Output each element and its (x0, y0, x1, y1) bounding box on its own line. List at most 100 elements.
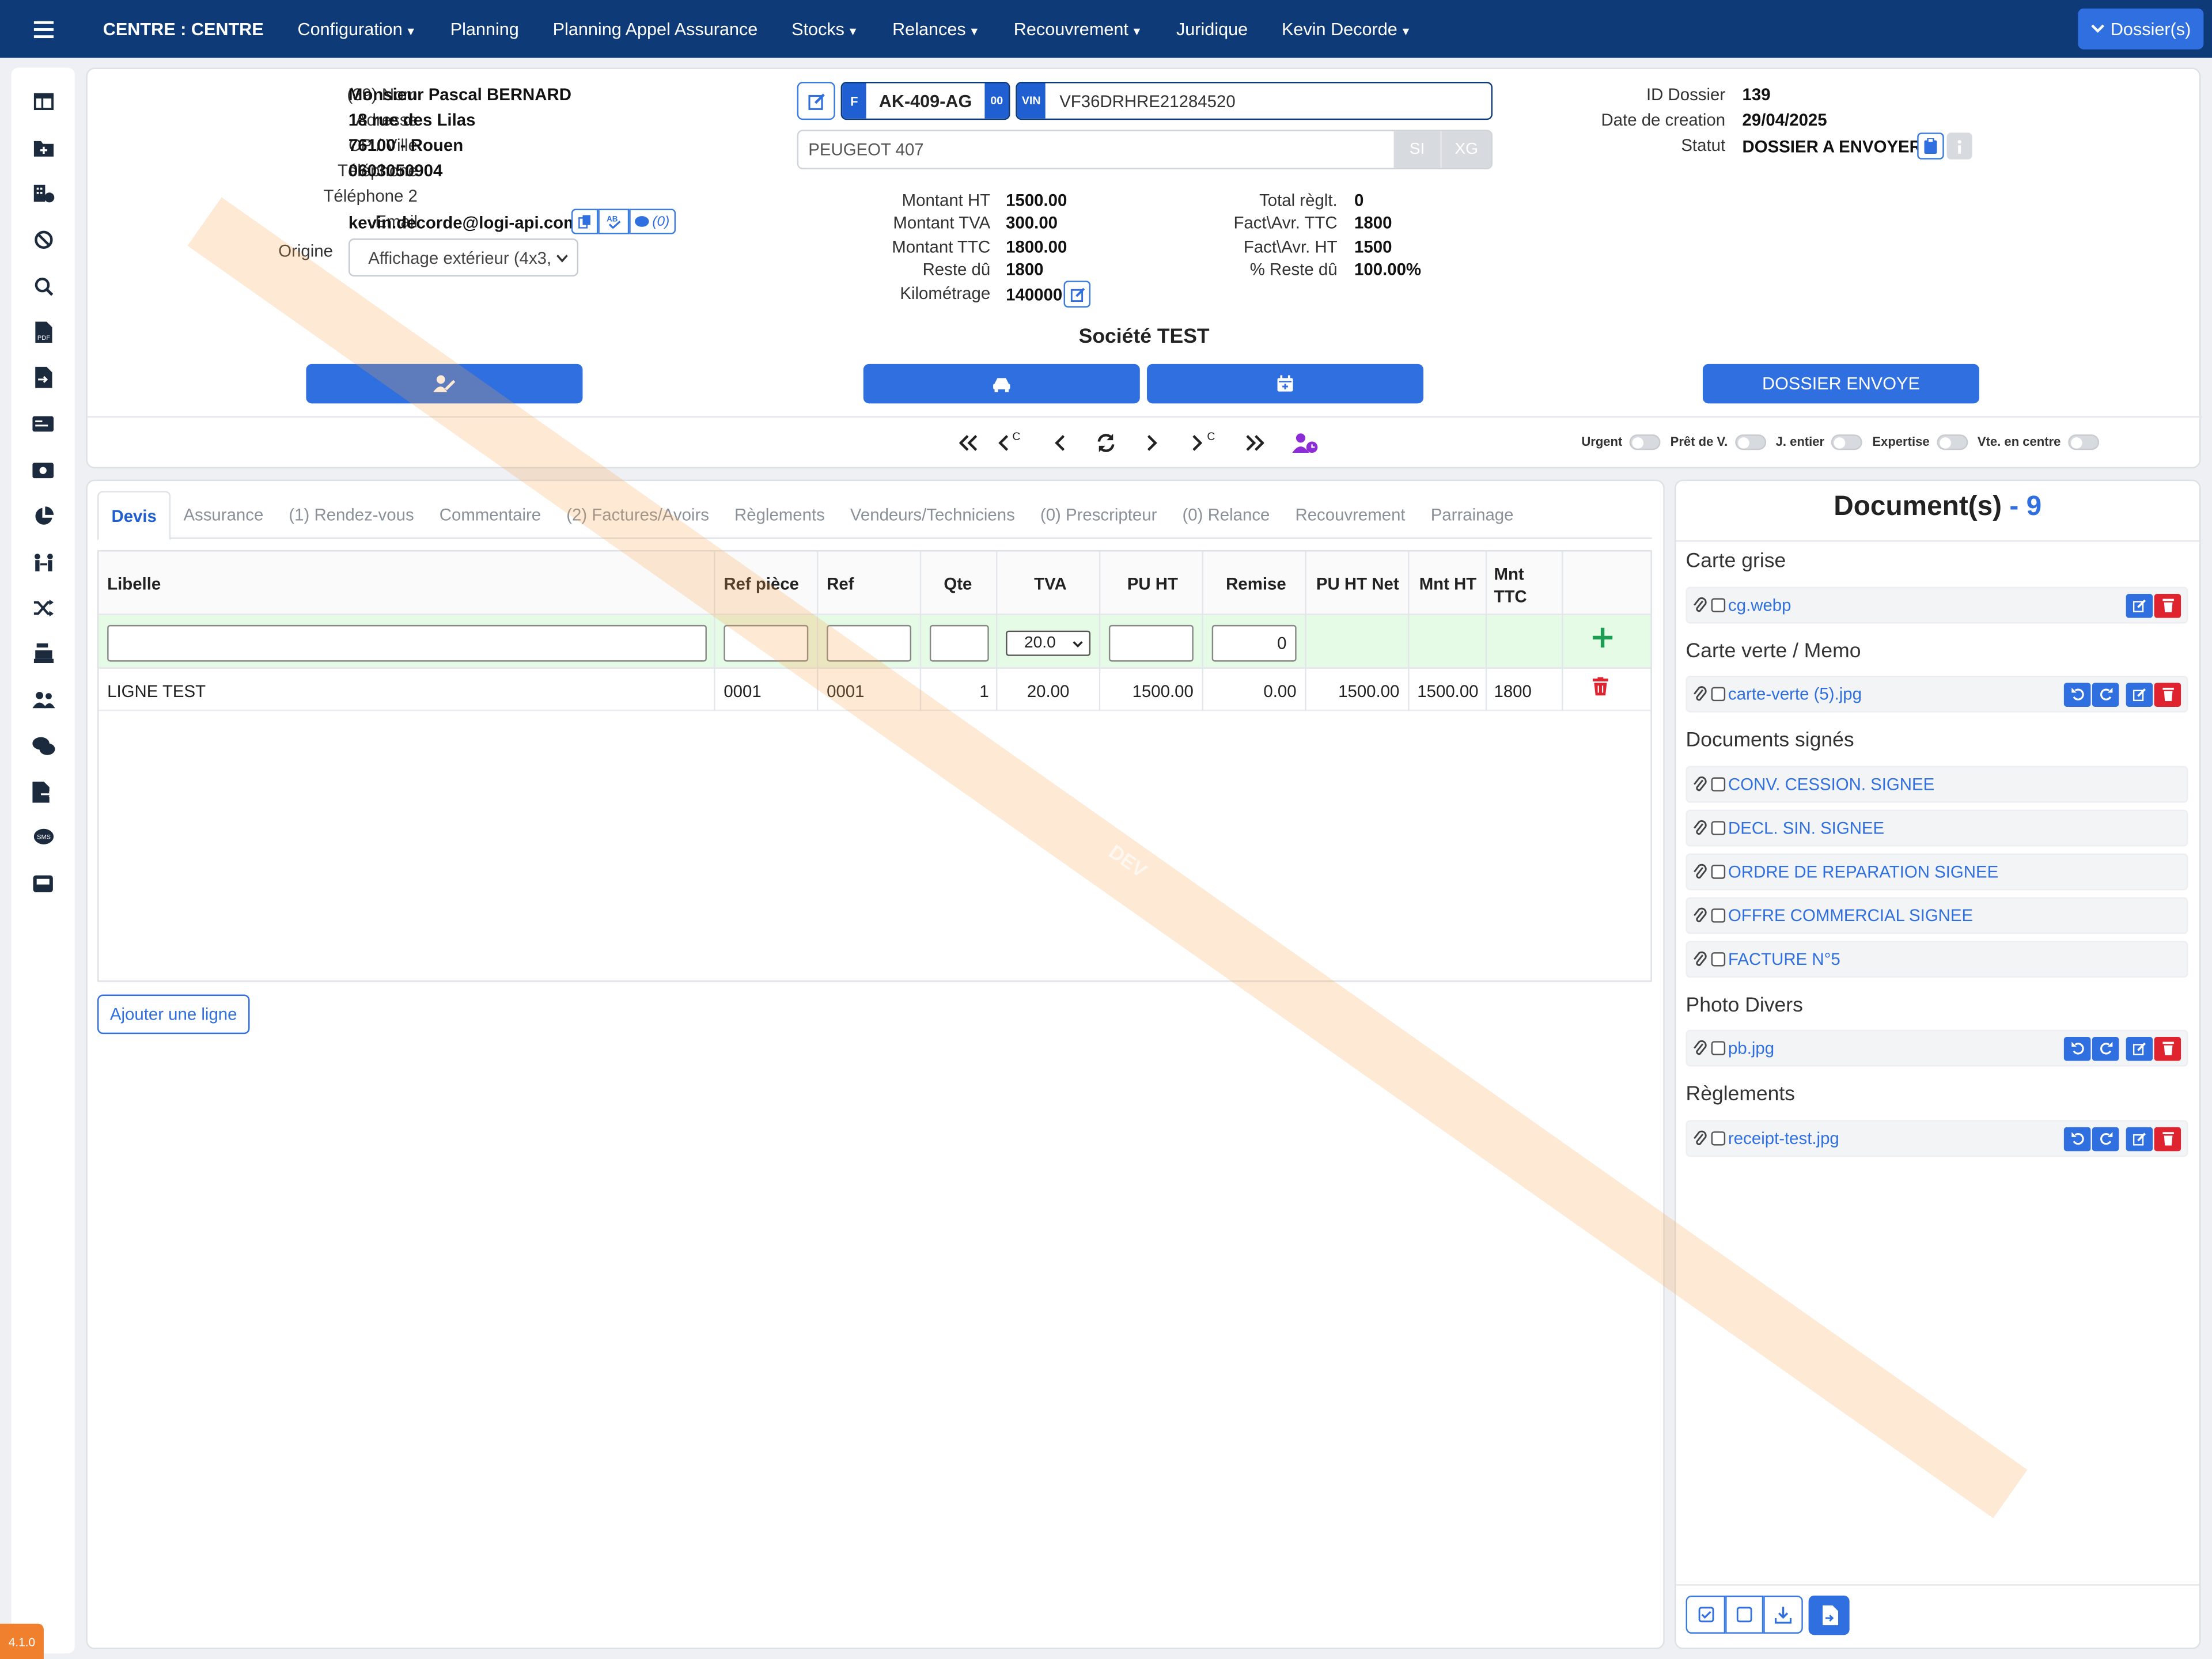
search-icon[interactable] (12, 263, 75, 309)
xg-button[interactable]: XG (1440, 131, 1491, 168)
dossiers-button[interactable]: Dossier(s) (2078, 8, 2204, 50)
rotate-left-icon[interactable] (2063, 1036, 2091, 1060)
menu-planning[interactable]: Planning (433, 19, 536, 39)
file-checkbox[interactable] (1711, 1131, 1726, 1146)
pret-vehicule-toggle[interactable]: Prêt de V. (1671, 434, 1766, 450)
download-icon[interactable] (1763, 1595, 1803, 1634)
money-bill-icon[interactable] (12, 447, 75, 493)
delete-icon[interactable] (2154, 1126, 2181, 1151)
refresh-icon[interactable] (1085, 433, 1127, 453)
edit-icon[interactable] (2126, 1126, 2153, 1151)
file-checkbox[interactable] (1711, 1041, 1726, 1055)
file-link[interactable]: CONV. CESSION. SIGNEE (1728, 775, 1934, 794)
urgent-toggle[interactable]: Urgent (1581, 434, 1661, 450)
tab-recouvrement[interactable]: Recouvrement (1282, 491, 1418, 539)
center-brand[interactable]: CENTRE : CENTRE (88, 19, 281, 39)
menu-juridique[interactable]: Juridique (1160, 19, 1265, 39)
rotate-right-icon[interactable] (2092, 1126, 2119, 1151)
prev-record-icon[interactable] (1034, 434, 1085, 451)
file-link[interactable]: FACTURE N°5 (1728, 949, 1840, 969)
new-folder-icon[interactable] (12, 125, 75, 171)
tab-reglements[interactable]: Règlements (722, 491, 838, 539)
vehicle-model-field[interactable]: PEUGEOT 407 SI XG (797, 130, 1493, 169)
copy-icon[interactable] (571, 209, 599, 234)
comments-dollar-icon[interactable] (12, 723, 75, 769)
rotate-right-icon[interactable] (2092, 682, 2119, 706)
file-link[interactable]: ORDRE DE REPARATION SIGNEE (1728, 862, 1998, 881)
file-link[interactable]: cg.webp (1728, 595, 1791, 615)
users-icon[interactable] (12, 677, 75, 723)
origine-select[interactable]: Affichage extérieur (4x3, (348, 238, 579, 277)
qte-input[interactable] (929, 624, 989, 662)
spell-check-icon[interactable]: AB (598, 209, 630, 234)
menu-configuration[interactable]: Configuration ▼ (281, 19, 433, 39)
file-import-icon[interactable] (12, 355, 75, 401)
file-link[interactable]: DECL. SIN. SIGNEE (1728, 818, 1884, 838)
user-clock-icon[interactable] (1279, 433, 1330, 453)
tab-devis[interactable]: Devis (97, 491, 171, 540)
upload-file-icon[interactable] (1808, 1595, 1850, 1635)
client-email[interactable]: kevin.decorde@logi-api.com (349, 213, 578, 233)
expertise-toggle[interactable]: Expertise (1872, 434, 1968, 450)
tab-commentaire[interactable]: Commentaire (427, 491, 554, 539)
tab-vendeurs-techniciens[interactable]: Vendeurs/Techniciens (838, 491, 1028, 539)
delete-row-icon[interactable] (1592, 677, 1609, 697)
file-link[interactable]: OFFRE COMMERCIAL SIGNEE (1728, 906, 1973, 925)
add-line-icon[interactable] (1589, 623, 1617, 652)
delete-icon[interactable] (2154, 1036, 2181, 1060)
tab-assurance[interactable]: Assurance (171, 491, 276, 539)
ban-icon[interactable] (12, 217, 75, 263)
pu-ht-input[interactable] (1108, 624, 1194, 662)
file-checkbox[interactable] (1711, 952, 1726, 967)
libelle-input[interactable] (107, 624, 707, 662)
tab-rendez-vous[interactable]: (1) Rendez-vous (276, 491, 426, 539)
check-all-icon[interactable] (1685, 1595, 1726, 1634)
file-checkbox[interactable] (1711, 687, 1726, 702)
id-card-icon[interactable] (12, 401, 75, 447)
ref-piece-input[interactable] (724, 624, 809, 662)
next-c-icon[interactable]: C (1178, 430, 1229, 451)
inbox-icon[interactable] (12, 861, 75, 907)
edit-km-button[interactable] (1063, 281, 1091, 308)
pdf-file-icon[interactable]: PDF (12, 309, 75, 355)
tab-relance[interactable]: (0) Relance (1169, 491, 1282, 539)
plate-number[interactable]: AK-409-AG (866, 83, 985, 118)
file-checkbox[interactable] (1711, 908, 1726, 923)
shuffle-icon[interactable] (12, 585, 75, 631)
menu-toggle-icon[interactable] (0, 20, 88, 37)
delete-icon[interactable] (2154, 593, 2181, 618)
info-icon[interactable] (1946, 132, 1972, 160)
rotate-left-icon[interactable] (2063, 682, 2091, 706)
last-record-icon[interactable] (1229, 434, 1279, 451)
remise-input[interactable]: 0 (1211, 624, 1297, 662)
uncheck-all-icon[interactable] (1725, 1595, 1764, 1634)
menu-relances[interactable]: Relances ▼ (876, 19, 997, 39)
edit-client-button[interactable] (306, 363, 583, 404)
dossier-envoye-button[interactable]: DOSSIER ENVOYE (1702, 363, 1979, 404)
calendar-button[interactable] (1147, 363, 1424, 404)
vehicle-button[interactable] (863, 363, 1140, 404)
vente-centre-toggle[interactable]: Vte. en centre (1978, 434, 2099, 450)
edit-icon[interactable] (2126, 593, 2153, 618)
add-line-button[interactable]: Ajouter une ligne (97, 994, 250, 1035)
journee-entiere-toggle[interactable]: J. entier (1776, 434, 1863, 450)
file-link[interactable]: carte-verte (5).jpg (1728, 684, 1862, 704)
file-link[interactable]: pb.jpg (1728, 1038, 1774, 1058)
sms-icon[interactable]: SMS (12, 815, 75, 861)
tab-parrainage[interactable]: Parrainage (1418, 491, 1527, 539)
file-checkbox[interactable] (1711, 598, 1726, 612)
statut-clipboard-button[interactable] (1917, 132, 1944, 160)
menu-planning-appel-assurance[interactable]: Planning Appel Assurance (536, 19, 774, 39)
cash-register-icon[interactable] (12, 631, 75, 677)
tva-select[interactable]: 20.0 (1006, 630, 1091, 656)
vin-field[interactable]: VF36DRHRE21284520 (1046, 83, 1491, 118)
ref-input[interactable] (827, 624, 912, 662)
file-export-icon[interactable] (12, 768, 75, 815)
edit-vehicle-button[interactable] (797, 82, 835, 120)
email-message-button[interactable]: (0) (629, 209, 676, 234)
first-record-icon[interactable] (952, 434, 983, 451)
menu-stocks[interactable]: Stocks ▼ (775, 19, 876, 39)
menu-recouvrement[interactable]: Recouvrement ▼ (997, 19, 1159, 39)
si-button[interactable]: SI (1393, 131, 1441, 168)
tab-factures-avoirs[interactable]: (2) Factures/Avoirs (554, 491, 722, 539)
